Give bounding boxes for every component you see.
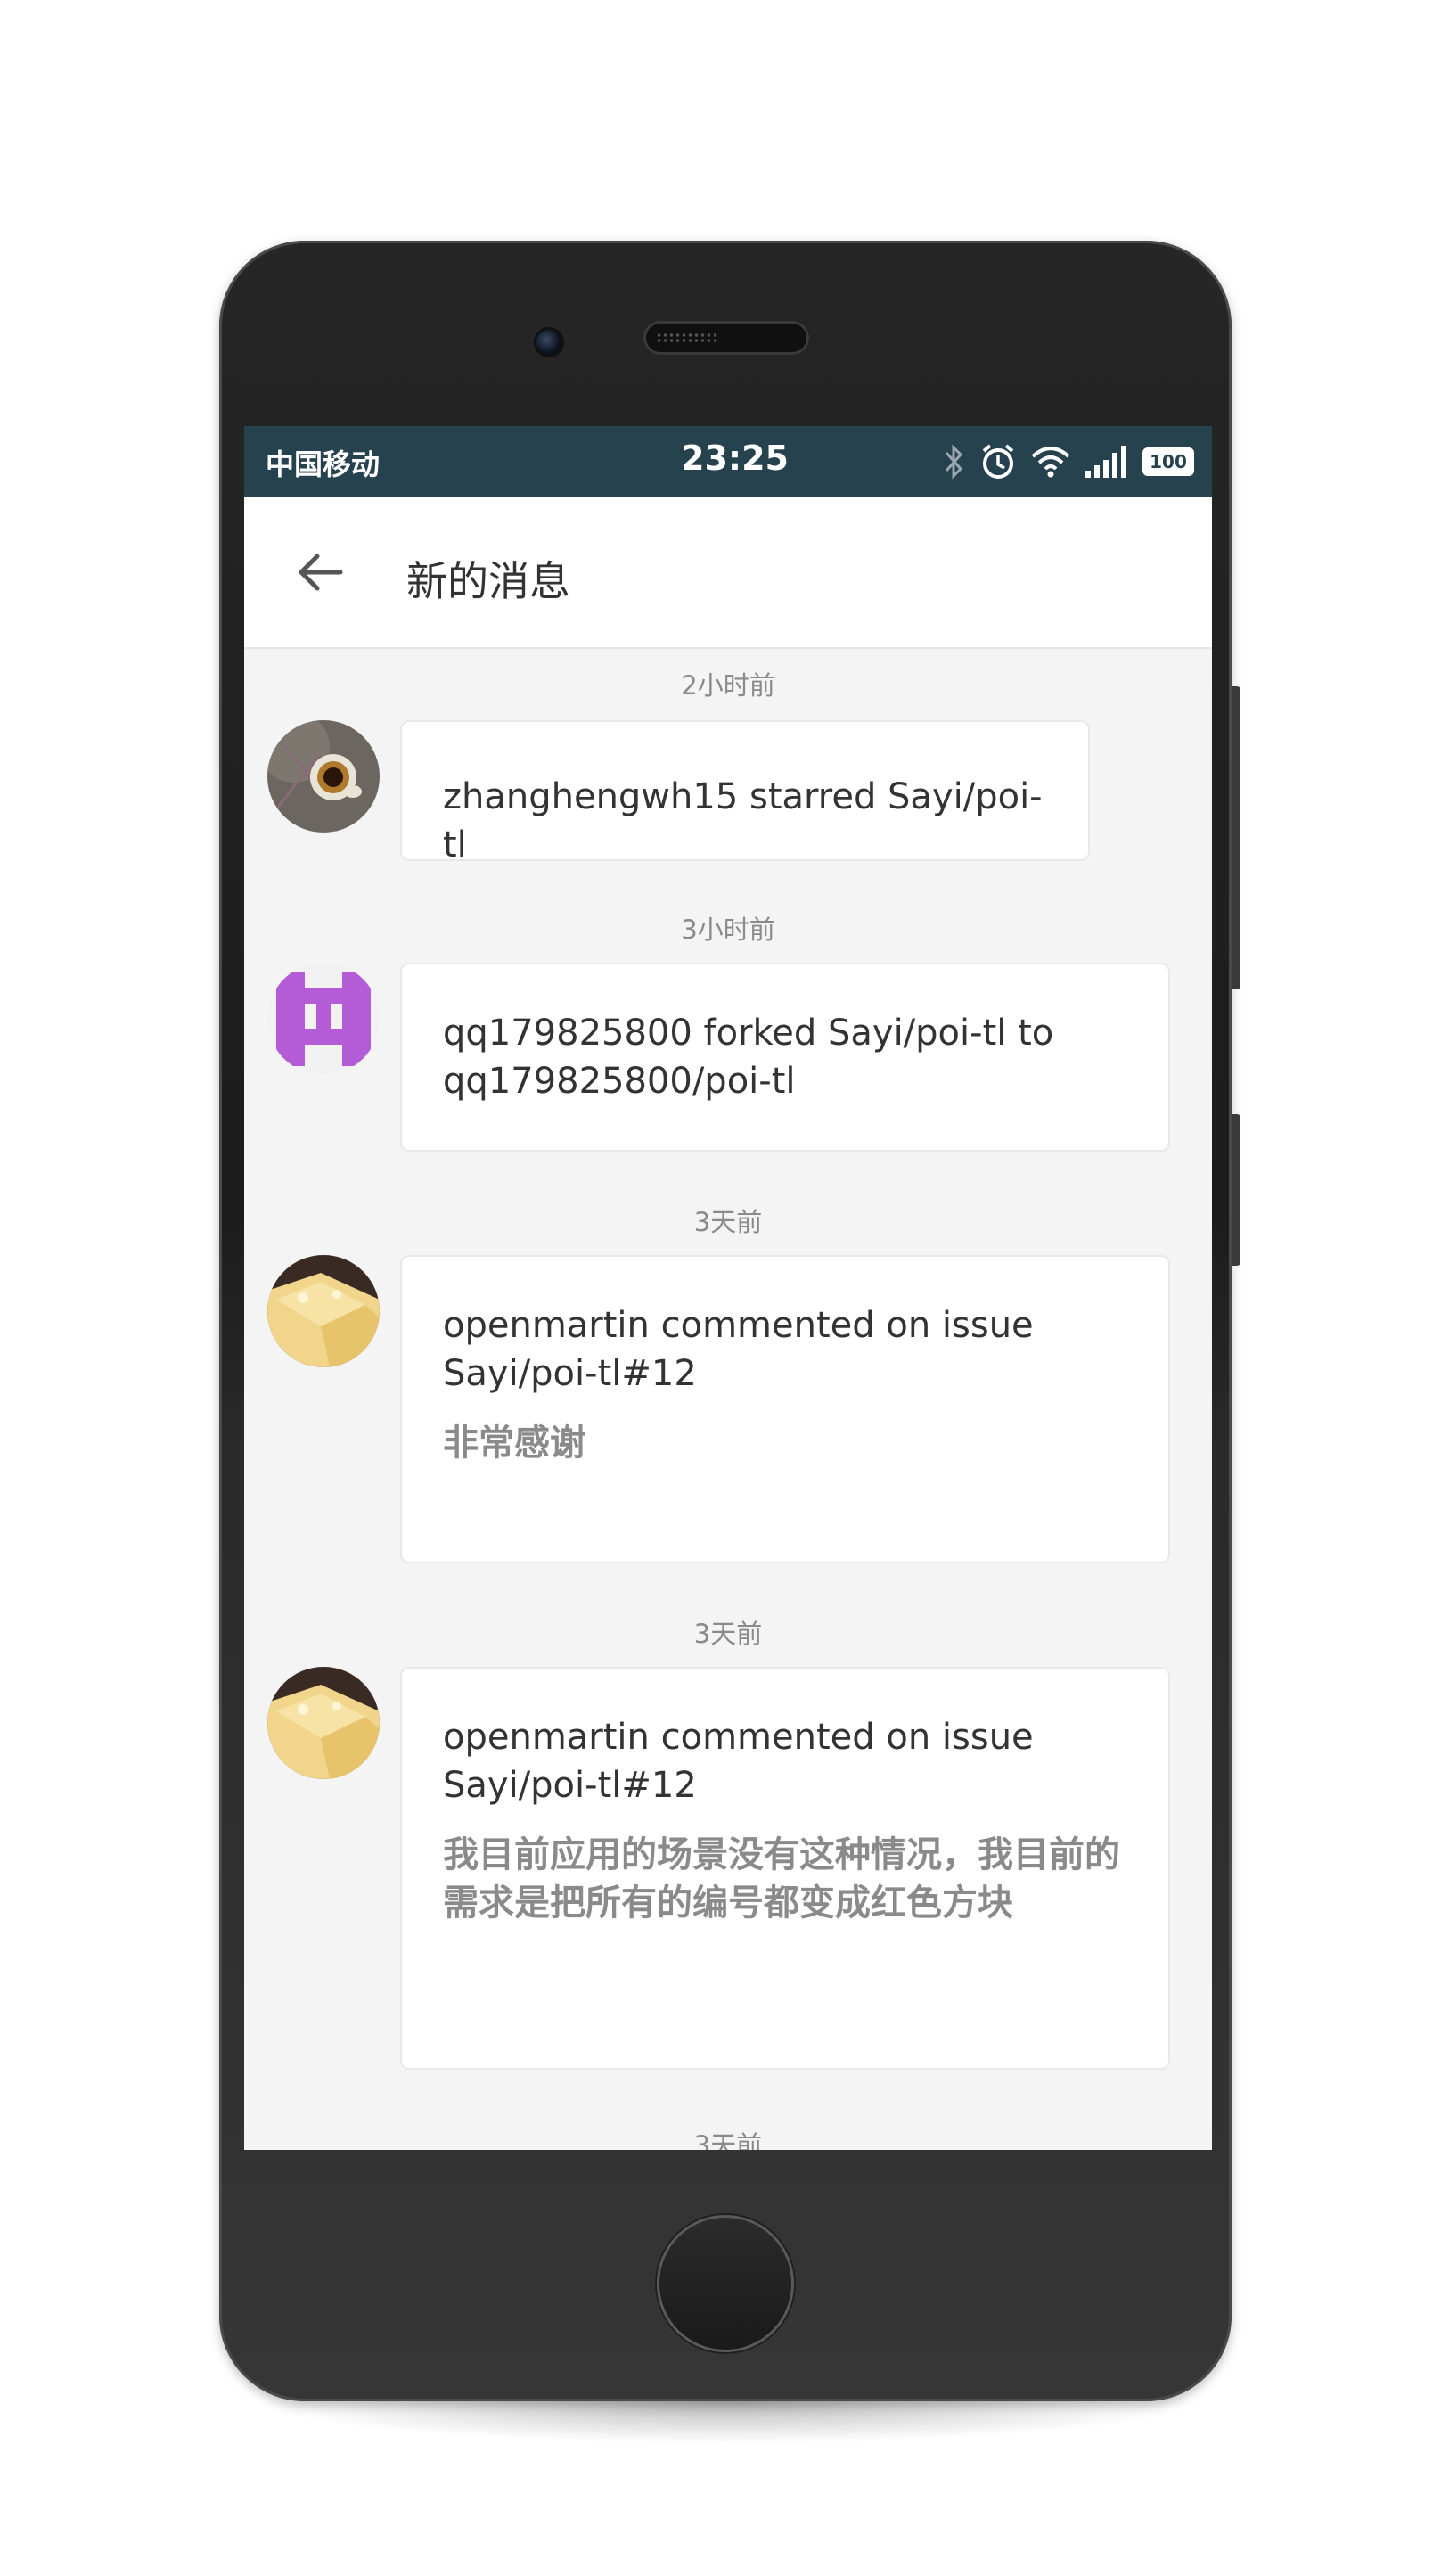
comment-text: 我目前应用的场景没有这种情况，我目前的需求是把所有的编号都变成红色方块 bbox=[443, 1834, 1120, 1924]
message-time: 3天前 bbox=[693, 1619, 763, 1649]
message-time: 3天前 bbox=[693, 2130, 763, 2150]
phone-screen: 中国移动 23:25 100 新的消息 2小时前 zhanghengwh15 s… bbox=[244, 426, 1212, 2150]
avatar[interactable] bbox=[267, 963, 380, 1075]
cake-photo bbox=[267, 1667, 380, 1779]
message-time: 3天前 bbox=[693, 1207, 763, 1237]
message-text: openmartin commented on issue Sayi/poi-t… bbox=[443, 1717, 1034, 1806]
wifi-icon bbox=[1031, 447, 1070, 478]
comment-text: 非常感谢 bbox=[443, 1423, 585, 1464]
message-bubble[interactable]: qq179825800 forked Sayi/poi-tl to qq1798… bbox=[400, 963, 1170, 1152]
purple-identicon bbox=[267, 963, 380, 1075]
carrier-name: 中国移动 bbox=[266, 447, 381, 481]
status-icons: 100 bbox=[943, 440, 1194, 483]
status-bar: 中国移动 23:25 100 bbox=[244, 426, 1212, 497]
page-title: 新的消息 bbox=[406, 557, 570, 605]
home-button[interactable] bbox=[659, 2218, 791, 2350]
front-camera bbox=[536, 330, 561, 355]
avatar[interactable] bbox=[267, 720, 380, 833]
power-button bbox=[1232, 1114, 1240, 1266]
coffee-cup-photo bbox=[267, 720, 380, 833]
message-text: qq179825800 forked Sayi/poi-tl to qq1798… bbox=[443, 1013, 1054, 1102]
message-time: 3小时前 bbox=[681, 915, 775, 945]
bluetooth-icon bbox=[945, 444, 963, 480]
avatar[interactable] bbox=[267, 1667, 380, 1779]
battery-icon: 100 bbox=[1142, 447, 1194, 476]
message-bubble[interactable]: openmartin commented on issue Sayi/poi-t… bbox=[400, 1255, 1170, 1563]
avatar[interactable] bbox=[267, 1255, 380, 1367]
earpiece-speaker bbox=[643, 321, 809, 355]
message-text: zhanghengwh15 starred Sayi/poi-tl bbox=[443, 776, 1043, 866]
app-bar: 新的消息 bbox=[244, 497, 1212, 649]
message-bubble[interactable]: zhanghengwh15 starred Sayi/poi-tl bbox=[400, 720, 1090, 866]
message-text: openmartin commented on issue Sayi/poi-t… bbox=[443, 1305, 1034, 1394]
status-time: 23:25 bbox=[681, 439, 789, 478]
volume-button bbox=[1232, 686, 1240, 989]
alarm-icon bbox=[982, 444, 1014, 479]
cake-photo bbox=[267, 1255, 380, 1367]
signal-icon bbox=[1085, 446, 1126, 478]
back-arrow-icon[interactable] bbox=[292, 544, 349, 601]
message-time: 2小时前 bbox=[681, 670, 775, 701]
message-bubble[interactable]: openmartin commented on issue Sayi/poi-t… bbox=[400, 1667, 1170, 2070]
